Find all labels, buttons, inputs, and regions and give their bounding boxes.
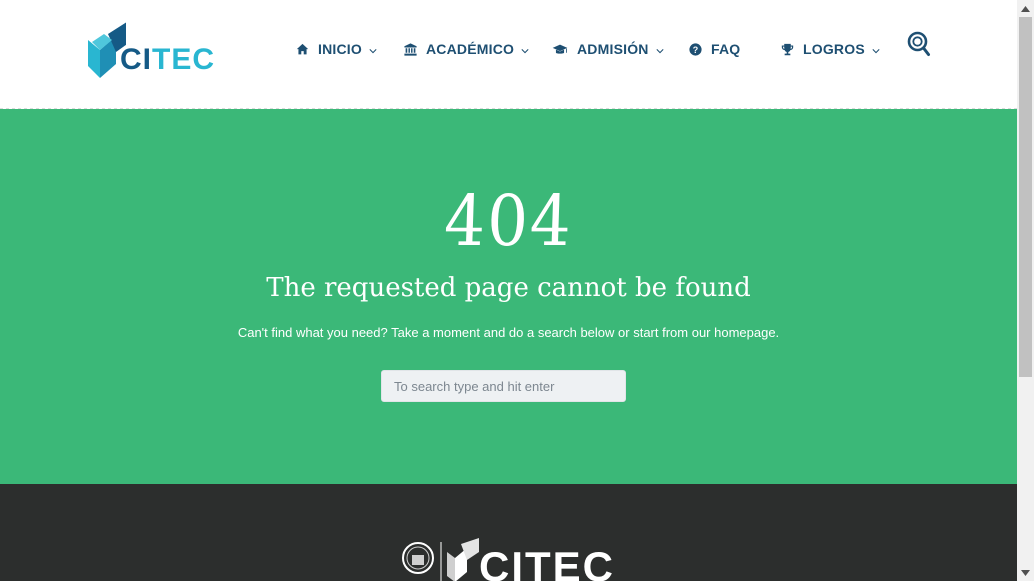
graduation-cap-icon <box>552 44 568 54</box>
footer-logo[interactable]: CITEC <box>401 538 621 581</box>
nav-item-faq[interactable]: ? FAQ <box>689 38 740 60</box>
scrollbar-thumb[interactable] <box>1019 17 1032 377</box>
error-message: Can't find what you need? Take a moment … <box>237 325 780 340</box>
header-search-button[interactable] <box>907 31 931 57</box>
error-title: The requested page cannot be found <box>266 273 751 303</box>
site-header: CITEC INICIO ACADÉMICO ADMISIÓN ? FAQ LO… <box>0 0 1017 111</box>
page: CITEC INICIO ACADÉMICO ADMISIÓN ? FAQ LO… <box>0 0 1017 581</box>
nav-item-label: FAQ <box>711 41 741 57</box>
institution-icon <box>404 42 417 56</box>
nav-item-inicio[interactable]: INICIO <box>296 38 377 60</box>
question-circle-icon: ? <box>689 42 702 56</box>
chevron-down-icon <box>521 48 529 53</box>
nav-item-academico[interactable]: ACADÉMICO <box>404 38 529 60</box>
nav-item-logros[interactable]: LOGROS <box>781 38 880 60</box>
site-logo[interactable]: CITEC <box>86 20 214 84</box>
nav-item-label: ADMISIÓN <box>577 41 649 57</box>
home-icon <box>296 43 309 54</box>
chevron-down-icon <box>369 48 377 53</box>
nav-item-label: ACADÉMICO <box>426 41 515 57</box>
scroll-down-button[interactable] <box>1017 564 1034 581</box>
error-section: 404 The requested page cannot be found C… <box>0 109 1017 484</box>
site-footer: CITEC <box>0 484 1017 581</box>
nav-item-admision[interactable]: ADMISIÓN <box>552 38 664 60</box>
chevron-down-icon <box>656 48 664 53</box>
svg-text:?: ? <box>693 44 699 54</box>
logo-text-tec: TEC <box>152 43 215 76</box>
scroll-up-button[interactable] <box>1017 0 1034 17</box>
arrow-up-icon <box>1021 5 1030 12</box>
search-input[interactable] <box>381 370 626 402</box>
search-icon <box>907 31 930 56</box>
scrollbar[interactable] <box>1017 0 1034 581</box>
footer-logo-mark-icon <box>402 538 479 581</box>
chevron-down-icon <box>872 48 880 53</box>
nav-item-label: INICIO <box>318 41 362 57</box>
footer-logo-text: CITEC <box>479 543 615 581</box>
arrow-down-icon <box>1021 569 1030 576</box>
trophy-icon <box>781 43 794 55</box>
logo-text-ci: CI <box>120 43 152 76</box>
logo-wordmark: CITEC <box>120 42 215 78</box>
nav-item-label: LOGROS <box>803 41 865 57</box>
error-code: 404 <box>442 180 575 262</box>
